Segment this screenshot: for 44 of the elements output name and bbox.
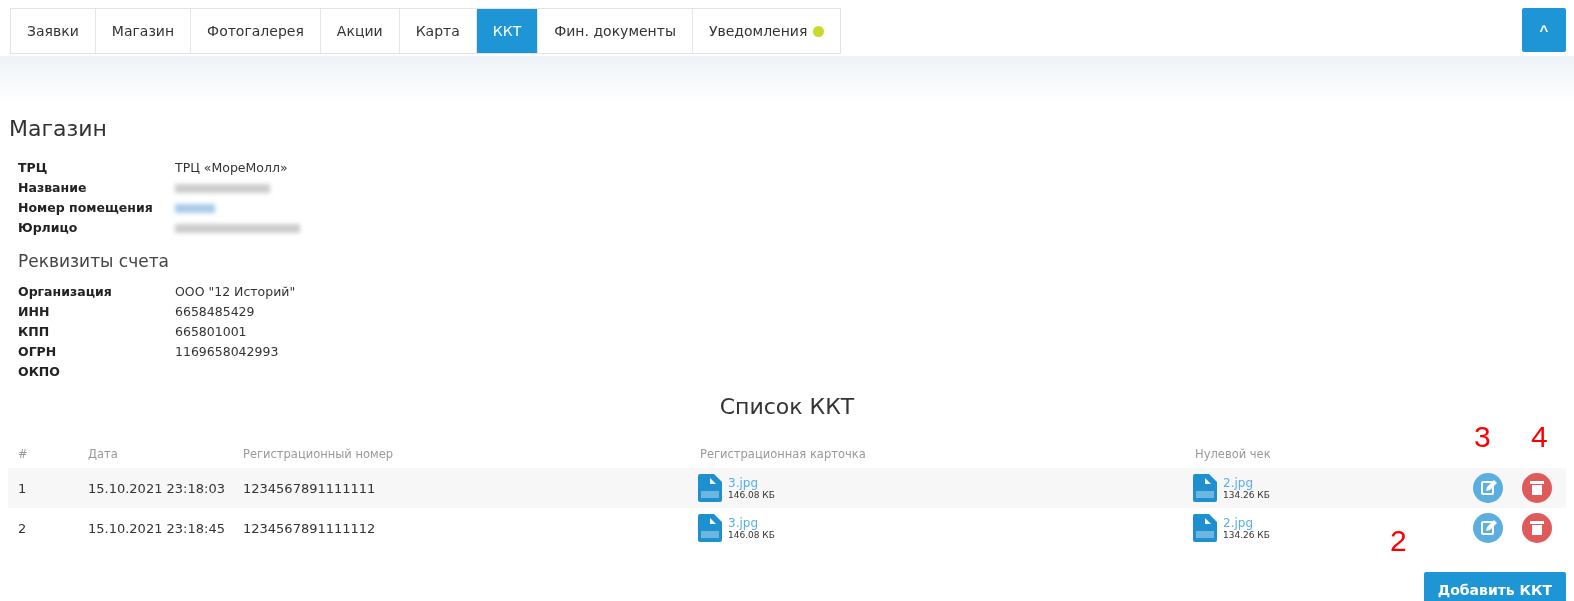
edit-icon[interactable] <box>1473 513 1503 543</box>
field-value: 6658485429 <box>175 303 256 321</box>
field-label: КПП <box>18 323 51 341</box>
jpg-file-icon <box>698 514 722 542</box>
file-size: 134.26 КБ <box>1223 529 1270 540</box>
file-size: 146.08 КБ <box>728 529 775 540</box>
section-title: Реквизиты счета <box>18 251 171 271</box>
field-label: Юрлицо <box>18 219 79 237</box>
column-header: Регистрационный номер <box>242 447 395 461</box>
field-label: Название <box>18 179 88 197</box>
field-value: ТРЦ «МореМолл» <box>175 159 289 177</box>
jpg-file-icon <box>1193 474 1217 502</box>
jpg-file-icon <box>1193 514 1217 542</box>
table-cell-text: 15.10.2021 23:18:03 <box>87 480 226 496</box>
field-label: Номер помещения <box>18 199 154 217</box>
jpg-file-icon <box>698 474 722 502</box>
table-cell-text: 1 <box>17 480 28 496</box>
field-label: ОГРН <box>18 343 58 361</box>
field-value: 665801001 <box>175 323 248 341</box>
field-value: ООО "12 Историй" <box>175 283 296 301</box>
column-header: Регистрационная карточка <box>699 447 867 461</box>
annotation-number: 2 <box>1390 526 1407 556</box>
field-value: 1169658042993 <box>175 343 280 361</box>
column-header: # <box>17 447 29 461</box>
file-size: 146.08 КБ <box>728 489 775 500</box>
table-cell-text: 1234567891111111 <box>242 480 377 496</box>
edit-icon[interactable] <box>1473 473 1503 503</box>
column-header: Нулевой чек <box>1194 447 1272 461</box>
field-label: ИНН <box>18 303 51 321</box>
annotation-number: 4 <box>1531 422 1548 452</box>
status-dot <box>813 25 825 37</box>
trash-icon[interactable] <box>1522 513 1552 543</box>
column-header: Дата <box>87 447 119 461</box>
trash-icon[interactable] <box>1522 473 1552 503</box>
table-cell-text: 2 <box>17 520 28 536</box>
file-size: 134.26 КБ <box>1223 489 1270 500</box>
field-label: ОКПО <box>18 363 61 381</box>
table-cell-text: 1234567891111112 <box>242 520 377 536</box>
section-title: Магазин <box>9 116 108 143</box>
field-label: Организация <box>18 283 113 301</box>
annotation-number: 3 <box>1474 422 1491 452</box>
table-cell-text: 15.10.2021 23:18:45 <box>87 520 226 536</box>
table-title: Список ККТ <box>719 393 855 421</box>
field-label: ТРЦ <box>18 159 49 177</box>
